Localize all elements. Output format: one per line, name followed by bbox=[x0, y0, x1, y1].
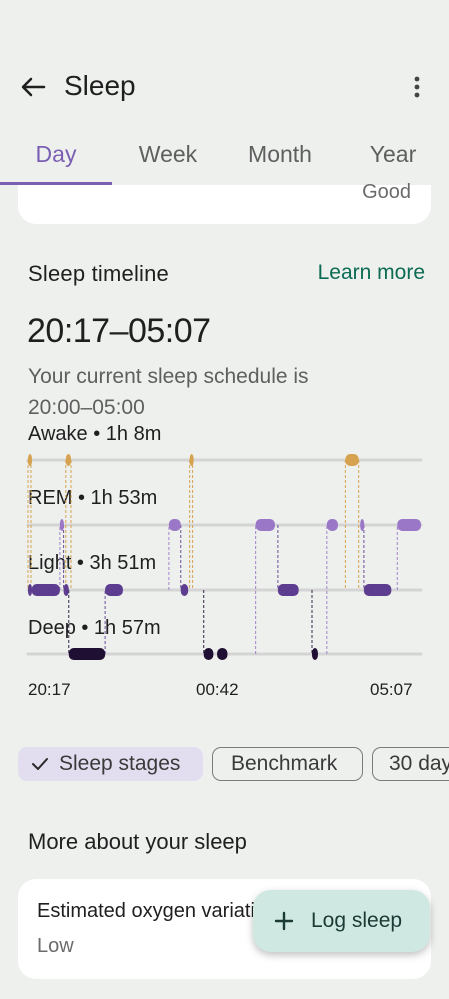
segment-awake bbox=[65, 454, 72, 466]
segment-rem bbox=[360, 519, 365, 531]
segment-awake bbox=[189, 454, 194, 466]
score-label: Good bbox=[362, 181, 411, 203]
time-label-mid: 00:42 bbox=[196, 680, 239, 699]
log-sleep-button[interactable]: Log sleep bbox=[253, 890, 430, 952]
segment-deep bbox=[68, 648, 106, 660]
segment-light bbox=[277, 584, 299, 596]
learn-more-link[interactable]: Learn more bbox=[318, 261, 425, 285]
segment-rem bbox=[59, 519, 64, 531]
segment-light bbox=[63, 584, 69, 596]
oxygen-card-title: Estimated oxygen variation bbox=[37, 900, 278, 922]
back-arrow-icon[interactable] bbox=[18, 72, 48, 102]
chip-benchmark-label: Benchmark bbox=[231, 752, 338, 775]
tab-year[interactable]: Year bbox=[337, 141, 449, 168]
segment-rem bbox=[397, 519, 421, 531]
sleep-range: 20:17–05:07 bbox=[27, 312, 211, 350]
more-options-icon[interactable] bbox=[404, 74, 430, 100]
segment-rem bbox=[326, 519, 338, 531]
segment-light bbox=[31, 584, 60, 596]
check-icon bbox=[32, 758, 48, 770]
segment-deep bbox=[203, 648, 214, 660]
more-about-title: More about your sleep bbox=[28, 829, 247, 854]
log-sleep-label: Log sleep bbox=[311, 909, 403, 932]
time-label-end: 05:07 bbox=[370, 680, 413, 699]
sleep-timeline-chart bbox=[26, 454, 423, 660]
sleep-schedule-text: Your current sleep schedule is 20:00–05:… bbox=[28, 365, 309, 419]
page-title: Sleep bbox=[64, 70, 136, 101]
chip-30-days[interactable]: 30 days bbox=[372, 747, 449, 781]
segment-light bbox=[180, 584, 189, 596]
time-label-start: 20:17 bbox=[28, 680, 71, 699]
chip-30-days-label: 30 days bbox=[389, 752, 449, 775]
tab-day[interactable]: Day bbox=[0, 141, 112, 168]
segment-light bbox=[28, 584, 32, 596]
tab-month[interactable]: Month bbox=[224, 141, 336, 168]
tab-week[interactable]: Week bbox=[112, 141, 224, 168]
section-title: Sleep timeline bbox=[28, 261, 169, 286]
chip-sleep-stages-label: Sleep stages bbox=[59, 752, 181, 775]
segment-rem bbox=[255, 519, 275, 531]
segment-deep bbox=[217, 648, 228, 660]
chip-sleep-stages[interactable]: Sleep stages bbox=[18, 747, 203, 781]
segment-awake bbox=[28, 454, 32, 466]
segment-light bbox=[105, 584, 123, 596]
oxygen-card-value: Low bbox=[37, 935, 74, 957]
segment-rem bbox=[168, 519, 181, 531]
segment-deep bbox=[311, 648, 318, 660]
chip-benchmark[interactable]: Benchmark bbox=[212, 747, 363, 781]
plus-icon bbox=[274, 911, 294, 931]
segment-awake bbox=[345, 454, 359, 466]
segment-light bbox=[363, 584, 392, 596]
